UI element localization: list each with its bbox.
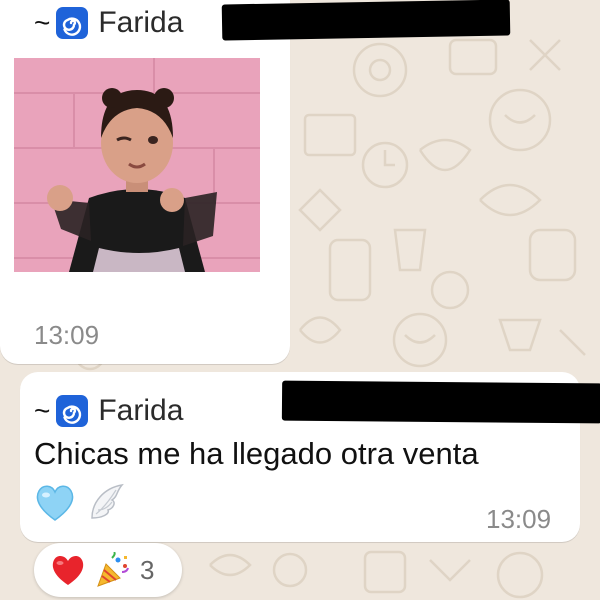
sender-row: ~ Farida	[34, 6, 183, 40]
party-popper-icon	[97, 552, 129, 587]
reaction-count: 3	[140, 554, 155, 585]
light-blue-heart-icon	[36, 485, 74, 521]
message-reactions[interactable]: 3	[34, 543, 182, 597]
redacted-sender-number	[281, 380, 600, 424]
photo-illustration	[14, 58, 260, 272]
sender-name[interactable]: Farida	[98, 394, 183, 428]
shared-photo[interactable]	[14, 58, 260, 272]
spiral-emoji-icon	[56, 7, 89, 39]
redacted-sender-number	[221, 0, 511, 41]
message-emojis	[34, 482, 128, 522]
sender-row: ~ Farida	[34, 394, 183, 428]
sender-prefix: ~	[34, 395, 51, 426]
image-message-bubble[interactable]: ~ Farida 13:09	[0, 0, 290, 364]
message-text: Chicas me ha llegado otra venta	[34, 436, 479, 471]
sender-name[interactable]: Farida	[98, 6, 183, 40]
sender-prefix: ~	[34, 7, 51, 38]
message-time: 13:09	[34, 320, 100, 350]
message-time: 13:09	[486, 504, 552, 534]
red-heart-icon	[52, 555, 84, 585]
wing-icon	[91, 483, 124, 519]
spiral-emoji-icon	[56, 395, 89, 427]
text-message-bubble[interactable]: ~ Farida Chicas me ha llegado otra venta…	[20, 372, 600, 542]
